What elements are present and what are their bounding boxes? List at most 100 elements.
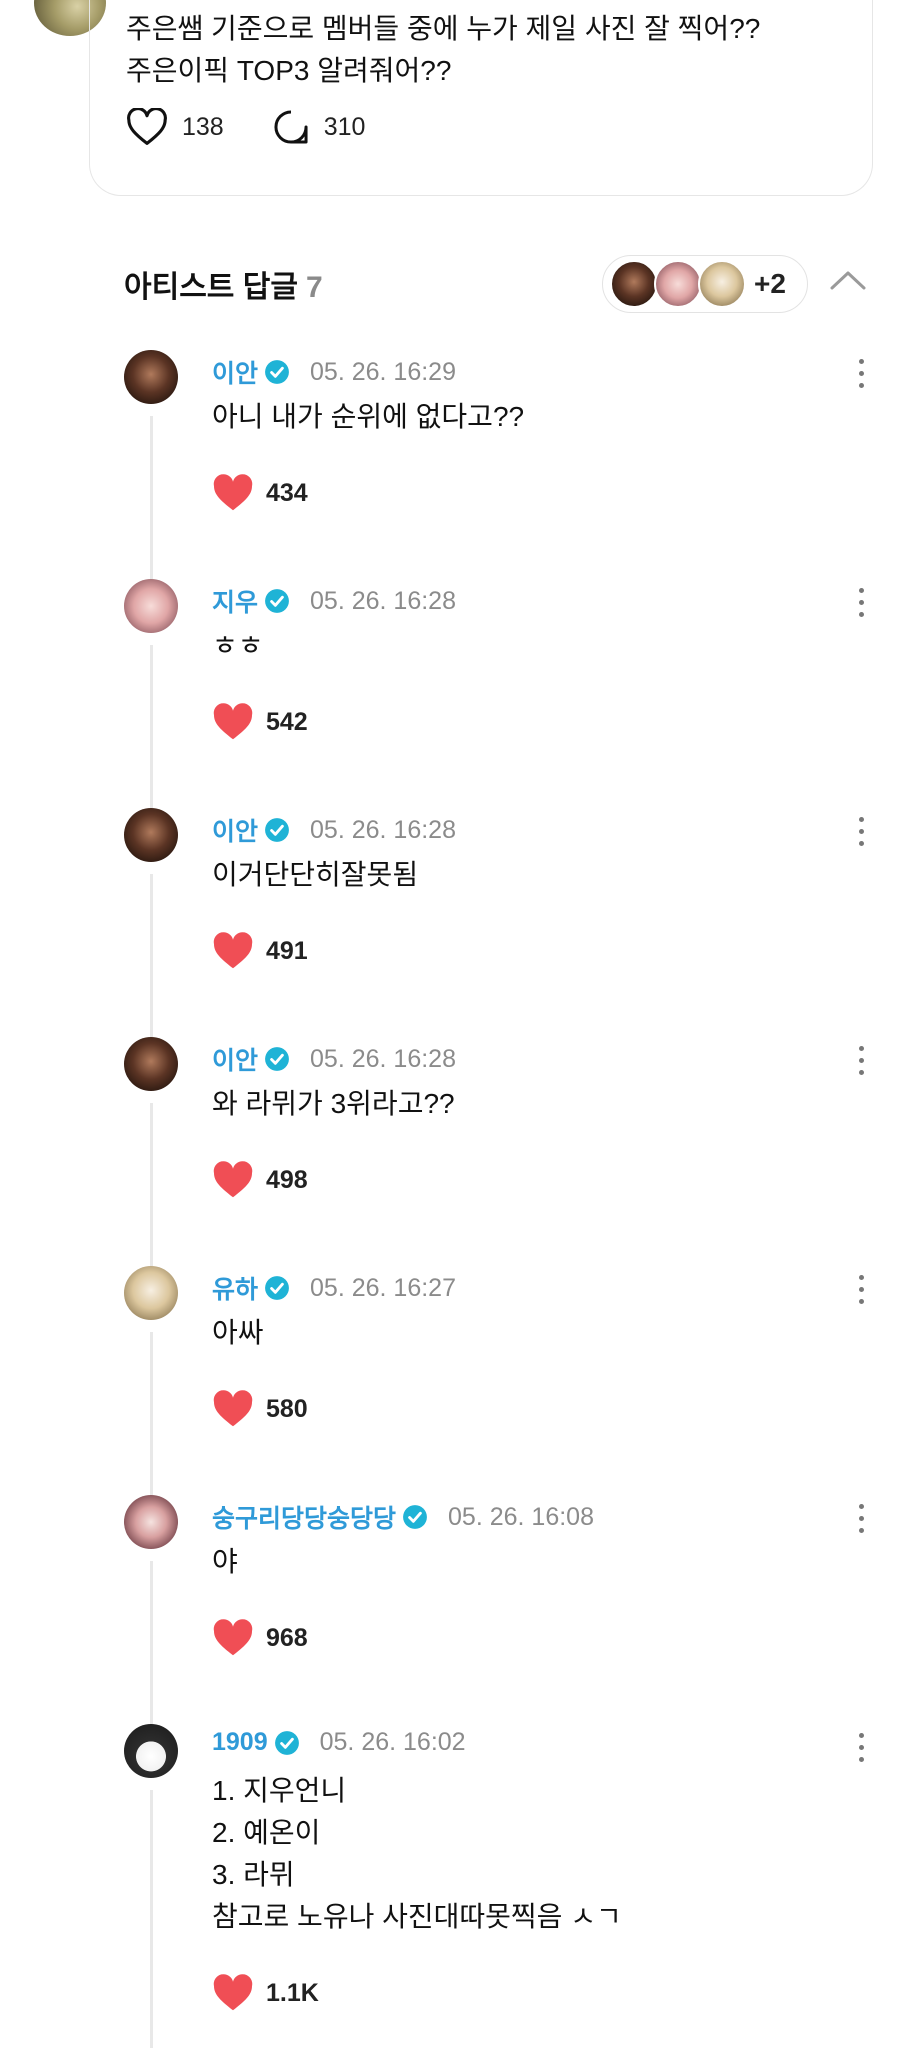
reply-time: 05. 26. 16:28: [310, 815, 456, 844]
reply-author-name: 이안: [212, 1047, 259, 1075]
heart-filled-icon: [213, 1161, 253, 1198]
post-comment-button[interactable]: 310: [272, 108, 366, 146]
reply-like-count: 434: [266, 478, 308, 507]
reply-time: 05. 26. 16:29: [310, 357, 456, 386]
verified-badge-icon: [265, 1276, 289, 1300]
heart-filled-icon: [213, 1974, 253, 2011]
chevron-up-icon[interactable]: [828, 268, 868, 292]
reply-like-count: 1.1K: [266, 1978, 319, 2007]
reply-like-count: 542: [266, 707, 308, 736]
reply-like-count: 491: [266, 936, 308, 965]
artist-avatar: [654, 260, 702, 308]
verified-badge-icon: [265, 1047, 289, 1071]
more-vertical-icon[interactable]: [856, 1272, 866, 1308]
artist-replies-label: 아티스트 답글: [124, 271, 298, 304]
artist-avatar: [698, 260, 746, 308]
reply-author[interactable]: 유하 05. 26. 16:27: [212, 1270, 456, 1306]
avatar[interactable]: [124, 1724, 178, 1778]
verified-badge-icon: [265, 360, 289, 384]
more-vertical-icon[interactable]: [856, 814, 866, 850]
reply-time: 05. 26. 16:28: [310, 586, 456, 615]
reply-item: 이안 05. 26. 16:28 와 라뮈가 3위라고?? 498: [0, 1037, 911, 1267]
reply-like-button[interactable]: 1.1K: [212, 1974, 319, 2012]
heart-filled-icon: [213, 1390, 253, 1427]
heart-filled-icon: [213, 932, 253, 969]
artist-avatar-stack[interactable]: +2: [602, 255, 808, 313]
reply-author-name: 숭구리당당숭당당: [212, 1505, 397, 1533]
reply-author-name: 이안: [212, 360, 259, 388]
reply-time: 05. 26. 16:08: [448, 1502, 594, 1531]
reply-text: 아싸: [212, 1317, 264, 1348]
thread-line: [150, 645, 153, 809]
avatar[interactable]: [124, 1495, 178, 1549]
reply-time: 05. 26. 16:28: [310, 1044, 456, 1073]
thread-line: [150, 1790, 153, 2048]
comment-bubble-icon: [274, 110, 308, 144]
reply-item: 숭구리당당숭당당 05. 26. 16:08 야 968: [0, 1495, 911, 1725]
more-vertical-icon[interactable]: [856, 356, 866, 392]
more-vertical-icon[interactable]: [856, 1043, 866, 1079]
avatar[interactable]: [124, 808, 178, 862]
avatar[interactable]: [124, 579, 178, 633]
reply-item: 1909 05. 26. 16:02 1. 지우언니 2. 예온이 3. 라뮈 …: [0, 1724, 911, 2048]
more-vertical-icon[interactable]: [856, 585, 866, 621]
post-like-button[interactable]: 138: [126, 108, 224, 146]
post-stats: 138 310: [126, 108, 413, 146]
reply-author-name: 지우: [212, 589, 259, 617]
reply-text: 야: [212, 1546, 238, 1577]
reply-text: 이거단단히잘못됨: [212, 859, 419, 890]
reply-author-name: 이안: [212, 818, 259, 846]
heart-filled-icon: [213, 1619, 253, 1656]
reply-text: 와 라뮈가 3위라고??: [212, 1088, 455, 1119]
heart-outline-icon: [127, 108, 167, 145]
more-vertical-icon[interactable]: [856, 1501, 866, 1537]
thread-line: [150, 874, 153, 1038]
artist-avatar: [610, 260, 658, 308]
verified-badge-icon: [265, 818, 289, 842]
reply-author-name: 1909: [212, 1728, 268, 1756]
thread-line: [150, 1561, 153, 1725]
reply-like-button[interactable]: 491: [212, 932, 308, 970]
heart-filled-icon: [213, 474, 253, 511]
thread-line: [150, 1332, 153, 1496]
verified-badge-icon: [274, 1730, 299, 1755]
reply-text: ㅎㅎ: [212, 630, 264, 661]
reply-like-count: 580: [266, 1394, 308, 1423]
reply-author[interactable]: 지우 05. 26. 16:28: [212, 583, 456, 619]
post-card: 주은쌤 기준으로 멤버들 중에 누가 제일 사진 잘 찍어?? 주은이픽 TOP…: [89, 0, 873, 196]
reply-item: 이안 05. 26. 16:29 아니 내가 순위에 없다고?? 434: [0, 350, 911, 580]
reply-like-button[interactable]: 434: [212, 474, 308, 512]
reply-item: 이안 05. 26. 16:28 이거단단히잘못됨 491: [0, 808, 911, 1038]
more-vertical-icon[interactable]: [856, 1730, 866, 1766]
reply-text: 아니 내가 순위에 없다고??: [212, 401, 525, 432]
thread-line: [150, 1103, 153, 1267]
thread-line: [150, 416, 153, 580]
reply-text: 1. 지우언니 2. 예온이 3. 라뮈 참고로 노유나 사진대따못찍음 ㅅㄱ: [212, 1775, 622, 1932]
post-like-count: 138: [182, 112, 224, 141]
avatar[interactable]: [124, 1037, 178, 1091]
artist-replies-title: 아티스트 답글 7: [124, 262, 323, 306]
post-comment-count: 310: [323, 112, 366, 141]
reply-author[interactable]: 이안 05. 26. 16:29: [212, 354, 456, 390]
reply-like-count: 498: [266, 1165, 308, 1194]
reply-like-button[interactable]: 498: [212, 1161, 308, 1199]
reply-like-button[interactable]: 580: [212, 1390, 308, 1428]
reply-time: 05. 26. 16:27: [310, 1273, 456, 1302]
reply-time: 05. 26. 16:02: [319, 1728, 466, 1756]
reply-like-button[interactable]: 968: [212, 1619, 308, 1657]
reply-author[interactable]: 이안 05. 26. 16:28: [212, 1041, 456, 1077]
reply-item: 유하 05. 26. 16:27 아싸 580: [0, 1266, 911, 1496]
heart-filled-icon: [213, 703, 253, 740]
artist-replies-count: 7: [305, 271, 323, 304]
reply-like-count: 968: [266, 1623, 308, 1652]
reply-author[interactable]: 1909 05. 26. 16:02: [212, 1728, 466, 1757]
avatar[interactable]: [124, 1266, 178, 1320]
reply-author[interactable]: 이안 05. 26. 16:28: [212, 812, 456, 848]
reply-like-button[interactable]: 542: [212, 703, 308, 741]
avatar[interactable]: [124, 350, 178, 404]
post-text: 주은쌤 기준으로 멤버들 중에 누가 제일 사진 잘 찍어?? 주은이픽 TOP…: [126, 13, 761, 86]
more-artists-count: +2: [754, 268, 786, 299]
verified-badge-icon: [265, 589, 289, 613]
verified-badge-icon: [403, 1505, 427, 1529]
reply-author[interactable]: 숭구리당당숭당당 05. 26. 16:08: [212, 1499, 594, 1535]
